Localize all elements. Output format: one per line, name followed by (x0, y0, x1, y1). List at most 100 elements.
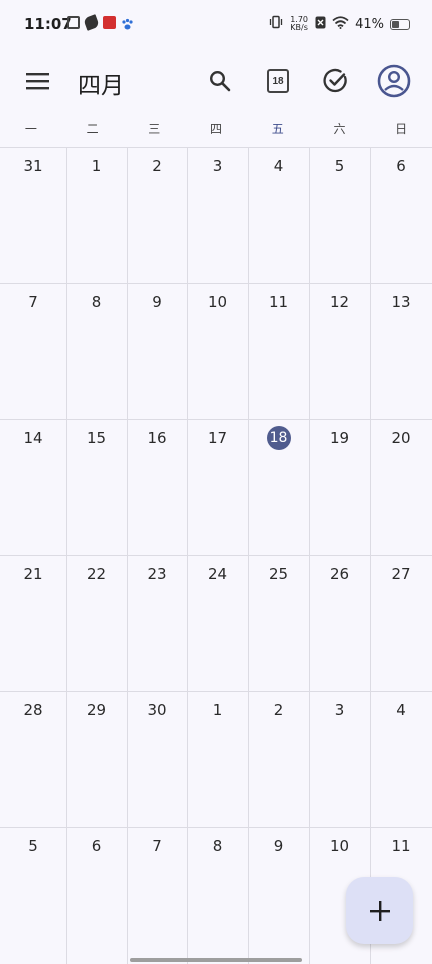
date-number: 16 (147, 429, 167, 447)
date-number: 11 (268, 293, 289, 311)
date-number: 2 (152, 157, 162, 175)
date-number: 25 (268, 565, 289, 583)
date-number: 17 (207, 429, 228, 447)
date-number: 9 (273, 837, 284, 855)
day-cell[interactable]: 8 (187, 827, 248, 963)
date-number: 23 (147, 565, 167, 583)
day-cell[interactable]: 7 (127, 827, 187, 963)
day-cell[interactable]: 9 (248, 827, 309, 963)
net-speed-unit: KB/s (290, 23, 308, 32)
day-cell[interactable]: 11 (248, 283, 309, 419)
day-cell[interactable]: 17 (187, 419, 248, 555)
weekday-label: 三 (148, 122, 161, 136)
day-cell[interactable]: 6 (370, 147, 432, 283)
date-number: 27 (391, 565, 411, 583)
date-number: 21 (23, 565, 43, 583)
day-cell[interactable]: 6 (66, 827, 127, 963)
day-cell[interactable]: 4 (370, 691, 432, 827)
battery-percent: 41% (355, 16, 384, 32)
date-number: 15 (86, 429, 107, 447)
calendar-screen: 11:07 1.70 KB/s 41% 四月 18 一 二 三 四 五 六 日 … (0, 0, 432, 964)
weekday-label: 一 (24, 122, 37, 136)
day-cell[interactable]: 29 (66, 691, 127, 827)
search-icon[interactable] (200, 61, 240, 101)
plus-icon (369, 900, 390, 921)
date-number: 20 (391, 429, 411, 447)
date-number: 28 (23, 701, 43, 719)
battery-icon (390, 18, 410, 30)
day-cell[interactable]: 26 (309, 555, 370, 691)
day-cell[interactable]: 3 (309, 691, 370, 827)
day-cell[interactable]: 22 (66, 555, 127, 691)
date-number: 24 (207, 565, 228, 583)
day-cell[interactable]: 20 (370, 419, 432, 555)
date-number: 3 (212, 157, 223, 175)
day-cell[interactable]: 21 (0, 555, 66, 691)
month-title[interactable]: 四月 (78, 66, 124, 100)
weekday-label: 日 (395, 122, 408, 136)
month-grid: 31 1 2 3 4 5 6 7 8 9 10 11 12 13 14 15 16 17 18 19 20 21 22 23 2… (0, 147, 432, 964)
day-cell[interactable]: 7 (0, 283, 66, 419)
net-speed: 1.70 KB/s (289, 16, 309, 32)
sim-off-icon (315, 16, 326, 33)
home-indicator[interactable] (130, 958, 302, 962)
date-number: 9 (152, 293, 162, 311)
date-number: 3 (334, 701, 345, 719)
day-cell[interactable]: 4 (248, 147, 309, 283)
weekday-header: 一二三四五六日 (0, 116, 432, 146)
wifi-icon (332, 15, 349, 33)
weekday-label: 六 (333, 122, 346, 136)
menu-icon[interactable] (18, 61, 58, 101)
date-number: 14 (23, 429, 43, 447)
status-time: 11:07 (24, 15, 72, 33)
date-number: 26 (329, 565, 350, 583)
date-number: 8 (91, 293, 102, 311)
today-button[interactable]: 18 (258, 61, 298, 101)
date-number: 10 (207, 293, 228, 311)
day-cell[interactable]: 30 (127, 691, 187, 827)
day-cell[interactable]: 8 (66, 283, 127, 419)
account-icon[interactable] (374, 61, 414, 101)
day-cell[interactable]: 15 (66, 419, 127, 555)
day-cell[interactable]: 19 (309, 419, 370, 555)
weekday-label: 四 (210, 122, 223, 136)
day-cell[interactable]: 5 (309, 147, 370, 283)
date-number: 1 (212, 701, 223, 719)
create-event-button[interactable] (346, 877, 413, 944)
status-system-icons: 1.70 KB/s 41% (269, 15, 410, 33)
date-number: 6 (396, 157, 406, 175)
day-cell[interactable]: 28 (0, 691, 66, 827)
date-number: 22 (86, 565, 107, 583)
day-cell[interactable]: 5 (0, 827, 66, 963)
day-cell[interactable]: 12 (309, 283, 370, 419)
date-number: 4 (396, 701, 406, 719)
weekday-label: 二 (86, 122, 99, 136)
app-red-icon (103, 16, 116, 29)
day-cell[interactable]: 13 (370, 283, 432, 419)
day-cell[interactable]: 16 (127, 419, 187, 555)
tasks-icon[interactable] (316, 61, 356, 101)
day-cell[interactable]: 23 (127, 555, 187, 691)
day-cell[interactable]: 14 (0, 419, 66, 555)
day-cell[interactable]: 3 (187, 147, 248, 283)
day-cell[interactable]: 2 (248, 691, 309, 827)
day-cell[interactable]: 25 (248, 555, 309, 691)
date-number: 13 (391, 293, 411, 311)
day-cell[interactable]: 10 (187, 283, 248, 419)
day-cell[interactable]: 31 (0, 147, 66, 283)
paw-icon (121, 16, 134, 30)
today-icon: 18 (267, 69, 289, 93)
day-cell[interactable]: 9 (127, 283, 187, 419)
date-number: 2 (273, 701, 284, 719)
date-number: 5 (28, 837, 38, 855)
date-number: 6 (91, 837, 102, 855)
date-number: 19 (329, 429, 350, 447)
day-cell[interactable]: 18 (248, 419, 309, 555)
day-cell[interactable]: 27 (370, 555, 432, 691)
day-cell[interactable]: 24 (187, 555, 248, 691)
day-cell[interactable]: 2 (127, 147, 187, 283)
status-notification-icons (67, 14, 134, 31)
date-number: 31 (23, 157, 43, 175)
day-cell[interactable]: 1 (187, 691, 248, 827)
day-cell[interactable]: 1 (66, 147, 127, 283)
